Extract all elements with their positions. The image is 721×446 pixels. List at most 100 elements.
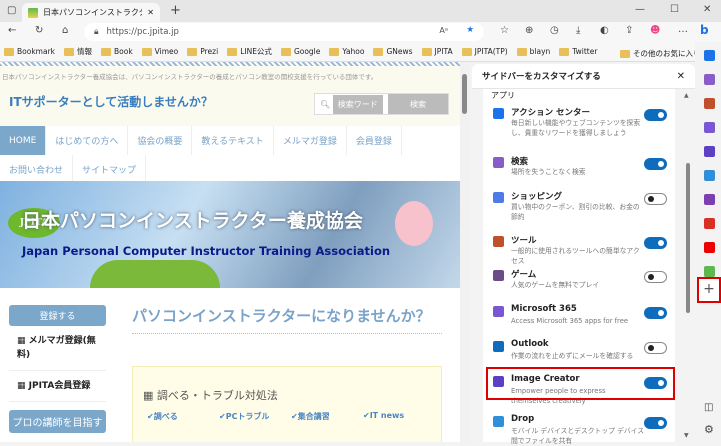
app-toggle[interactable] [644,342,667,354]
nav-item[interactable]: メルマガ登録 [274,126,347,155]
settings-icon[interactable]: ⚙ [704,423,714,436]
scroll-up-icon[interactable]: ▲ [684,92,689,99]
app-toggle[interactable] [644,158,667,170]
bookmark-item[interactable]: Google [280,47,320,56]
onenote-icon[interactable] [704,194,715,205]
download-icon[interactable]: ⤓ [576,25,580,36]
maximize-button[interactable]: ☐ [670,4,679,15]
lock-icon: 🔒︎ [94,27,99,37]
box-title: ▦ 調べる・トラブル対処法 [143,389,278,402]
bookmark-icon [187,47,198,56]
bookmark-icon [4,47,14,56]
bookmark-item[interactable]: Yahoo [329,47,364,56]
search-button[interactable]: 検索 [388,94,448,114]
box-link[interactable]: ✔PCトラブル [219,411,291,422]
tools-icon[interactable] [704,98,715,109]
notification-icon[interactable] [704,50,715,61]
search-icon[interactable] [704,74,715,85]
nav-item[interactable]: はじめての方へ [46,126,129,155]
bookmark-item[interactable]: Prezi [187,47,218,56]
close-tab-icon[interactable]: ✕ [147,8,154,17]
bookmark-item[interactable]: Vimeo [141,47,178,56]
bookmark-icon [280,47,291,56]
app-icon [493,341,504,352]
bing-icon[interactable]: b [700,23,709,37]
bookmark-item[interactable]: GNews [373,47,413,56]
customize-sidebar-button[interactable]: + [697,277,721,303]
more-icon[interactable]: … [678,24,688,35]
register-button[interactable]: 登録する [9,305,106,326]
sidebar-scroll-thumb[interactable] [686,163,690,313]
tab-title: 日本パソコンインストラクター養成協会 [43,8,142,17]
gmail-icon[interactable] [704,218,715,229]
drop-icon[interactable] [704,170,715,181]
nav-item[interactable]: 教えるテキスト [192,126,274,155]
pro-button[interactable]: プロの講師を目指す [9,410,106,433]
other-bookmarks[interactable]: その他のお気に入り [620,48,701,59]
box-link[interactable]: ✔IT news [363,411,435,422]
app-icon [493,270,504,281]
box-link[interactable]: ✔調べる [147,411,219,422]
site-banner: JPITA 日本パソコンインストラクター養成協会 Japan Personal … [0,181,460,288]
home-icon[interactable]: ⌂ [62,25,68,36]
favorite-star-icon[interactable]: ★ [466,25,474,35]
bookmark-item[interactable]: JPITA(TP) [461,47,508,56]
share-icon[interactable]: ⇪ [625,25,633,36]
nav-item[interactable]: HOME [0,126,47,155]
page-scroll-thumb[interactable] [462,74,467,114]
address-bar[interactable]: 🔒︎ https://pc.jpita.jp Aᵃ ★ [84,23,484,41]
tab-actions-icon[interactable]: ▢ [7,5,16,16]
bookmark-item[interactable]: Book [101,47,133,56]
nav-item[interactable]: サイトマップ [73,155,147,184]
bookmark-item[interactable]: Bookmark [4,47,55,56]
page-scrollbar[interactable] [460,62,470,442]
bookmark-icon [373,47,384,56]
sidebar-title: サイドバーをカスタマイズする [482,72,601,82]
close-window-button[interactable]: ✕ [703,4,711,15]
box-link[interactable]: ✔集合講習 [291,411,363,422]
bookmark-item[interactable]: JPITA [421,47,453,56]
collections-icon[interactable]: ⊕ [525,25,533,36]
bookmark-item[interactable]: LINE公式 [227,46,272,57]
copilot-icon[interactable]: ◐ [600,25,609,36]
m365-icon[interactable] [704,122,715,133]
app-name: Microsoft 365 [511,304,577,314]
tab-active[interactable]: 日本パソコンインストラクター養成協会 ✕ [22,3,160,22]
app-toggle[interactable] [644,237,667,249]
minimize-button[interactable]: — [635,4,645,15]
app-toggle[interactable] [644,109,667,121]
app-toggle[interactable] [644,271,667,283]
left-link[interactable]: ▦ JPITA会員登録 [9,371,106,402]
nav-item[interactable]: お問い合わせ [0,155,74,184]
favorites-add-icon[interactable]: ☆ [500,25,509,36]
new-tab-button[interactable]: + [170,3,181,18]
app-toggle[interactable] [644,193,667,205]
app-toggle[interactable] [644,417,667,429]
bookmark-icon [516,47,527,56]
bookmark-item[interactable]: blayn [516,47,550,56]
bookmark-icon [329,47,340,56]
image-creator-icon[interactable] [704,146,715,157]
history-icon[interactable]: ◷ [550,25,559,36]
app-name: ゲーム [511,270,537,280]
read-aloud-icon[interactable]: Aᵃ [439,26,448,35]
search-input[interactable]: 🔍︎ 検索ワード [315,94,388,114]
bookmarks-bar: Bookmark 情報 Book Vimeo Prezi LINE公式 Google Yaho… [0,42,721,62]
bookmark-icon [227,47,238,56]
close-icon[interactable]: ✕ [677,71,685,82]
refresh-icon[interactable]: ↻ [35,25,43,36]
back-icon[interactable]: ← [8,25,16,36]
app-toggle[interactable] [644,307,667,319]
left-link[interactable]: ▦ メルマガ登録(無料) [9,326,106,371]
folder-icon [620,49,630,58]
hide-sidebar-icon[interactable]: ◫ [704,402,713,413]
profile-avatar[interactable]: ☻ [650,25,660,36]
nav-item[interactable]: 協会の概要 [128,126,193,155]
bookmark-item[interactable]: 情報 [64,46,92,57]
nav-item[interactable]: 会員登録 [347,126,402,155]
bookmark-item[interactable]: Twitter [559,47,597,56]
scroll-down-icon[interactable]: ▼ [684,432,689,439]
youtube-icon[interactable] [704,242,715,253]
jpita-icon[interactable] [704,266,715,277]
banner-title: 日本パソコンインストラクター養成協会 [22,210,363,232]
